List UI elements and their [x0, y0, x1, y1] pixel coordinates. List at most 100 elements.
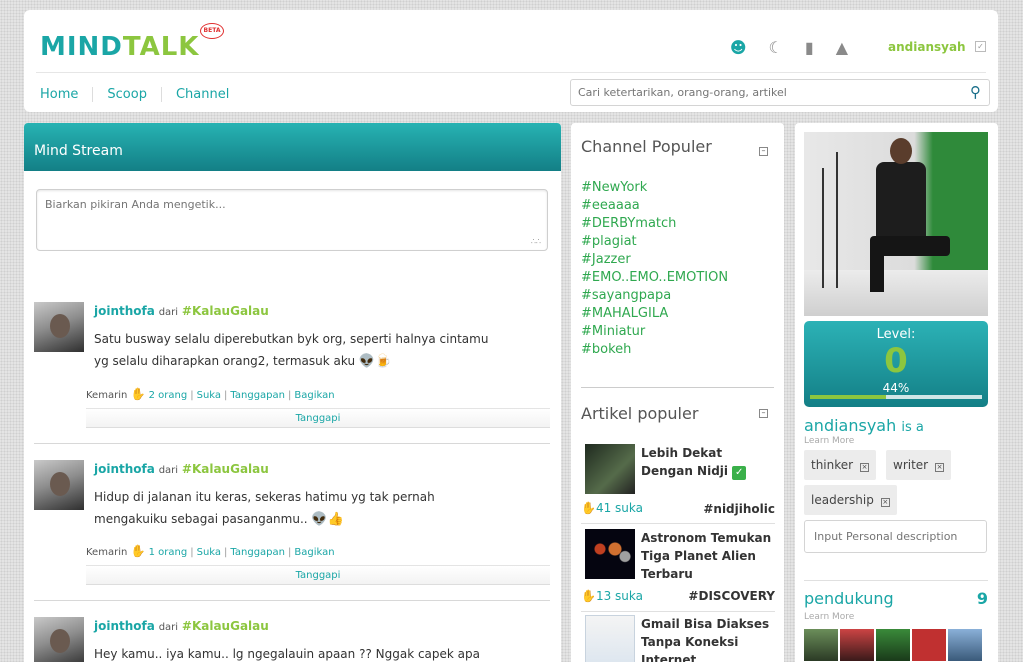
- header-username[interactable]: andiansyah: [888, 40, 966, 54]
- remove-tag-icon[interactable]: ×: [935, 463, 945, 472]
- reply-button[interactable]: Tanggapi: [86, 408, 550, 428]
- like-link[interactable]: Suka: [197, 547, 221, 558]
- post-header: jointhofa dari #KalauGalau: [94, 462, 269, 476]
- mindtalk-logo[interactable]: MINDTALK: [40, 32, 199, 62]
- post-from-label: dari: [158, 465, 179, 476]
- article-item[interactable]: Astronom Temukan Tiga Planet Alien Terba…: [581, 529, 775, 612]
- channel-link[interactable]: #eeaaaa: [581, 197, 728, 215]
- avatar[interactable]: [34, 302, 84, 352]
- avatar[interactable]: [34, 617, 84, 662]
- section-divider: [581, 387, 774, 388]
- article-tag[interactable]: #nidjiholic: [703, 502, 775, 516]
- profile-name[interactable]: andiansyah: [804, 416, 896, 435]
- tag-writer[interactable]: writer ×: [886, 450, 952, 480]
- beta-badge: BETA: [200, 23, 224, 39]
- nav-channel[interactable]: Channel: [160, 87, 243, 102]
- channel-link[interactable]: #sayangpapa: [581, 287, 728, 305]
- top-icons: ☻ ☾ ▮ ▲: [730, 38, 848, 57]
- post-divider: [34, 443, 550, 444]
- book-icon[interactable]: ▮: [805, 38, 814, 57]
- post-author[interactable]: jointhofa: [94, 619, 155, 633]
- post-channel[interactable]: #KalauGalau: [182, 304, 269, 318]
- tag-leadership[interactable]: leadership ×: [804, 485, 897, 515]
- search-input[interactable]: [571, 80, 951, 105]
- comments-link[interactable]: Tanggapan: [230, 547, 285, 558]
- article-item[interactable]: Lebih Dekat Dengan Nidji ✓ ✋41 suka #nid…: [581, 444, 775, 524]
- pendukung-learn-more-link[interactable]: Learn More: [804, 612, 854, 622]
- channel-link[interactable]: #plagiat: [581, 233, 728, 251]
- article-divider: [581, 611, 775, 612]
- article-tag[interactable]: #DISCOVERY: [688, 589, 775, 603]
- remove-tag-icon[interactable]: ×: [860, 463, 870, 472]
- article-thumbnail[interactable]: [585, 615, 635, 662]
- profile-name-line: andiansyah is a: [804, 416, 924, 435]
- channel-link[interactable]: #Miniatur: [581, 323, 728, 341]
- tag-label: leadership: [811, 493, 874, 507]
- search-icon[interactable]: ⚲: [970, 83, 981, 101]
- nav-home[interactable]: Home: [40, 87, 92, 102]
- bell-icon[interactable]: ▲: [836, 38, 848, 57]
- post-likes-link[interactable]: 2 orang: [149, 390, 188, 401]
- nav-scoop[interactable]: Scoop: [92, 87, 161, 102]
- channel-link[interactable]: #NewYork: [581, 179, 728, 197]
- composer: ∴∴: [36, 189, 548, 251]
- post-likes-link[interactable]: 1 orang: [149, 547, 188, 558]
- supporter-avatar[interactable]: [804, 629, 838, 661]
- like-link[interactable]: Suka: [197, 390, 221, 401]
- article-title[interactable]: Lebih Dekat Dengan Nidji ✓: [641, 444, 775, 480]
- channel-link[interactable]: #DERBYmatch: [581, 215, 728, 233]
- reply-button[interactable]: Tanggapi: [86, 565, 550, 585]
- post-author[interactable]: jointhofa: [94, 304, 155, 318]
- article-title[interactable]: Gmail Bisa Diakses Tanpa Koneksi Interne…: [641, 615, 775, 662]
- level-progress-fill: [810, 395, 886, 399]
- post-from-label: dari: [158, 307, 179, 318]
- collapse-icon[interactable]: –: [759, 409, 768, 418]
- post-text: Satu busway selalu diperebutkan byk org,…: [94, 328, 524, 373]
- supporter-avatar[interactable]: [876, 629, 910, 661]
- share-link[interactable]: Bagikan: [294, 390, 334, 401]
- avatar[interactable]: [34, 460, 84, 510]
- composer-input[interactable]: [37, 190, 547, 250]
- thumbs-up-icon: ✋: [130, 387, 146, 401]
- collapse-icon[interactable]: –: [759, 147, 768, 156]
- channel-link[interactable]: #MAHALGILA: [581, 305, 728, 323]
- supporter-avatar[interactable]: [840, 629, 874, 661]
- post-text: Hidup di jalanan itu keras, sekeras hati…: [94, 486, 524, 531]
- article-title[interactable]: Astronom Temukan Tiga Planet Alien Terba…: [641, 529, 775, 583]
- resize-grip-icon[interactable]: ∴∴: [531, 237, 541, 246]
- channel-link[interactable]: #Jazzer: [581, 251, 728, 269]
- channel-link[interactable]: #bokeh: [581, 341, 728, 359]
- stream-post: jointhofa dari #KalauGalau Hidup di jala…: [34, 460, 550, 600]
- tag-thinker[interactable]: thinker ×: [804, 450, 877, 480]
- post-header: jointhofa dari #KalauGalau: [94, 304, 269, 318]
- profile-photo[interactable]: [804, 132, 988, 316]
- logo-talk: TALK: [122, 32, 200, 62]
- post-channel[interactable]: #KalauGalau: [182, 462, 269, 476]
- level-label: Level:: [876, 327, 916, 342]
- ear-icon[interactable]: ☾: [769, 38, 783, 57]
- article-divider: [581, 523, 775, 524]
- user-menu-dropdown-icon[interactable]: ✓: [975, 41, 986, 52]
- personal-description-input[interactable]: [805, 521, 986, 552]
- post-channel[interactable]: #KalauGalau: [182, 619, 269, 633]
- thumbs-up-icon: ✋: [581, 501, 596, 515]
- level-value: 0: [884, 341, 908, 381]
- post-header: jointhofa dari #KalauGalau: [94, 619, 269, 633]
- people-icon[interactable]: ☻: [730, 38, 747, 57]
- supporter-avatar[interactable]: [948, 629, 982, 661]
- post-author[interactable]: jointhofa: [94, 462, 155, 476]
- article-thumbnail[interactable]: [585, 529, 635, 579]
- pendukung-count[interactable]: 9: [977, 589, 988, 608]
- article-thumbnail[interactable]: [585, 444, 635, 494]
- article-likes[interactable]: ✋13 suka: [581, 589, 643, 603]
- share-link[interactable]: Bagikan: [294, 547, 334, 558]
- remove-tag-icon[interactable]: ×: [880, 498, 890, 507]
- learn-more-link[interactable]: Learn More: [804, 436, 854, 446]
- main-nav: Home Scoop Channel: [40, 87, 243, 102]
- article-item[interactable]: Gmail Bisa Diakses Tanpa Koneksi Interne…: [585, 615, 775, 662]
- channel-link[interactable]: #EMO..EMO..EMOTION: [581, 269, 728, 287]
- comments-link[interactable]: Tanggapan: [230, 390, 285, 401]
- pendukung-title[interactable]: pendukung: [804, 589, 894, 608]
- article-likes[interactable]: ✋41 suka: [581, 501, 643, 515]
- supporter-avatar[interactable]: [912, 629, 946, 661]
